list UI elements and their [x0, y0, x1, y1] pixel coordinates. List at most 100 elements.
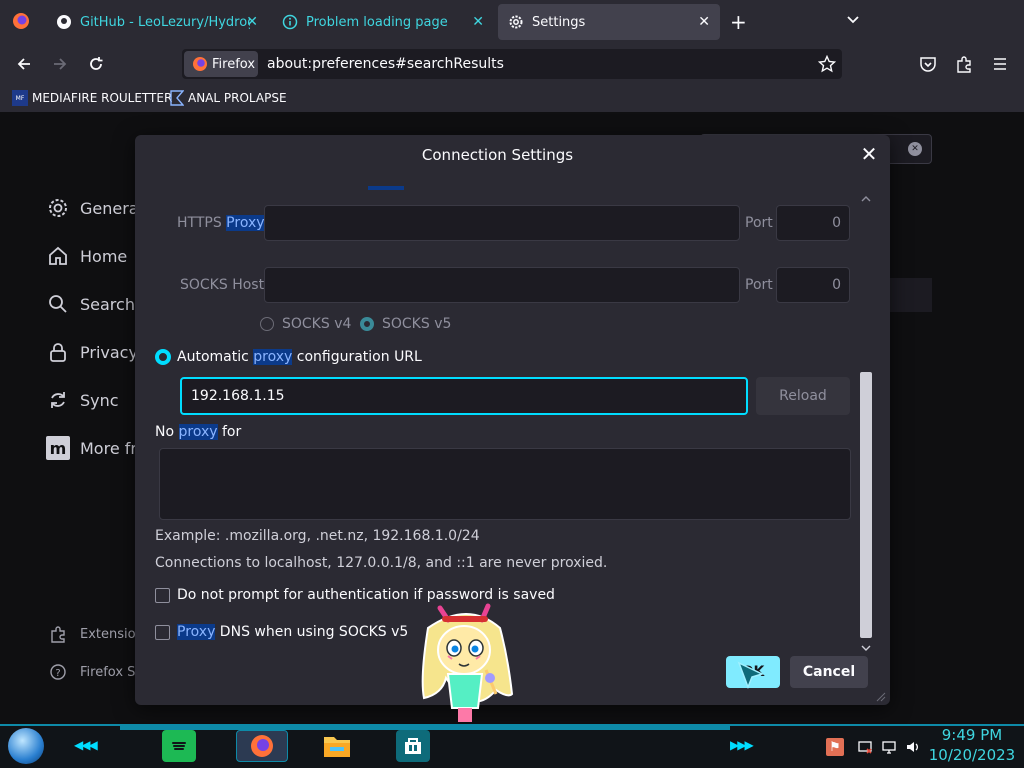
- close-tab-icon[interactable]: ✕: [472, 14, 484, 30]
- lock-icon: [46, 340, 70, 364]
- proxy-dns-option[interactable]: Proxy DNS when using SOCKS v5: [155, 624, 408, 640]
- https-proxy-input[interactable]: [264, 205, 740, 241]
- bookmark-label: ANAL PROLAPSE: [188, 91, 287, 105]
- no-proxy-textarea[interactable]: [159, 448, 851, 520]
- tab-github[interactable]: GitHub - LeoLezury/Hydrogen ✕: [46, 4, 268, 40]
- resize-grip-icon[interactable]: [876, 690, 886, 706]
- socks-port-input[interactable]: 0: [776, 267, 850, 303]
- pocket-icon[interactable]: [919, 55, 937, 77]
- dialog-title: Connection Settings: [421, 146, 574, 164]
- https-proxy-label: HTTPS Proxy: [177, 215, 265, 231]
- desktop-character-sticker: [412, 598, 518, 726]
- socks-v4-option[interactable]: SOCKS v4: [260, 316, 351, 332]
- close-icon[interactable]: ✕: [858, 142, 880, 166]
- no-proxy-label: No proxy for: [155, 424, 242, 440]
- tab-title: Problem loading page: [306, 14, 448, 30]
- start-button[interactable]: [8, 728, 44, 764]
- https-port-input[interactable]: 0: [776, 205, 850, 241]
- mozilla-icon: m: [46, 436, 70, 460]
- volume-icon[interactable]: [904, 738, 922, 756]
- firefox-menu-icon[interactable]: [12, 12, 30, 30]
- reload-pac-button[interactable]: Reload: [756, 377, 850, 415]
- sidebar-item-sync[interactable]: Sync: [46, 388, 119, 412]
- sidebar-item-label: Home: [80, 246, 128, 266]
- sidebar-item-general[interactable]: General: [46, 196, 143, 220]
- extensions-icon[interactable]: [955, 55, 973, 77]
- reload-icon: [90, 57, 103, 70]
- back-button[interactable]: [10, 50, 38, 78]
- sidebar-item-more-from-mozilla[interactable]: m More fro: [46, 436, 146, 460]
- tab-settings[interactable]: Settings ✕: [498, 4, 720, 40]
- gear-icon: [46, 196, 70, 220]
- network-icon[interactable]: [856, 738, 874, 756]
- clock-date[interactable]: 10/20/2023: [925, 746, 1019, 764]
- close-tab-icon[interactable]: ✕: [246, 14, 258, 30]
- sidebar-item-label: Search: [80, 294, 135, 314]
- taskbar-chevrons-right-decoration: ▶▶▶: [730, 738, 754, 752]
- sidebar-footer-support[interactable]: ? Firefox Su: [46, 660, 144, 684]
- arrow-right-icon: [54, 58, 67, 70]
- forward-button[interactable]: [46, 50, 74, 78]
- close-tab-icon[interactable]: ✕: [698, 14, 710, 30]
- cancel-button[interactable]: Cancel: [790, 656, 868, 688]
- mediafire-icon: MF: [12, 90, 28, 106]
- scrollbar-thumb[interactable]: [860, 372, 872, 638]
- hamburger-menu-icon[interactable]: [991, 55, 1009, 77]
- socks-v4-radio[interactable]: [260, 317, 274, 331]
- store-icon[interactable]: [396, 730, 430, 762]
- mouse-cursor-icon: [736, 660, 766, 694]
- no-proxy-example: Example: .mozilla.org, .net.nz, 192.168.…: [155, 528, 480, 544]
- github-icon: [56, 14, 72, 30]
- list-all-tabs-icon[interactable]: [845, 12, 861, 32]
- socks-host-input[interactable]: [264, 267, 740, 303]
- identity-box[interactable]: Firefox: [184, 51, 258, 77]
- socks-v5-label: SOCKS v5: [382, 316, 452, 332]
- scrolled-content-fragment: [368, 186, 404, 190]
- flag-icon[interactable]: ⚑: [826, 738, 844, 756]
- gear-icon: [508, 14, 524, 30]
- identity-label: Firefox: [212, 56, 256, 72]
- tab-title: GitHub - LeoLezury/Hydrogen: [80, 14, 250, 30]
- tab-problem-loading[interactable]: Problem loading page ✕: [272, 4, 494, 40]
- clock-time[interactable]: 9:49 PM: [932, 726, 1012, 744]
- clear-search-icon[interactable]: ✕: [908, 142, 922, 156]
- new-tab-button[interactable]: +: [730, 10, 747, 34]
- localhost-note: Connections to localhost, 127.0.0.1/8, a…: [155, 555, 608, 571]
- firefox-logo-icon: [192, 56, 208, 72]
- auto-proxy-option[interactable]: Automatic proxy configuration URL: [155, 349, 422, 365]
- bookmark-mediafire[interactable]: MF MEDIAFIRE ROULETTER: [12, 90, 172, 106]
- scroll-up-icon[interactable]: [861, 192, 871, 202]
- reload-button[interactable]: [82, 50, 110, 78]
- socks-v5-option[interactable]: SOCKS v5: [360, 316, 451, 332]
- socks-v4-label: SOCKS v4: [282, 316, 352, 332]
- bookmark-label: MEDIAFIRE ROULETTER: [32, 91, 173, 105]
- auto-proxy-radio[interactable]: [155, 349, 171, 365]
- scroll-down-icon[interactable]: [861, 641, 871, 651]
- puzzle-icon: [46, 622, 70, 646]
- sidebar-item-label: Sync: [80, 390, 119, 410]
- auto-proxy-url-input[interactable]: 192.168.1.15: [180, 377, 748, 415]
- spotify-icon[interactable]: [162, 730, 196, 762]
- sidebar-item-search[interactable]: Search: [46, 292, 135, 316]
- proxy-dns-checkbox[interactable]: [155, 624, 170, 640]
- no-auth-prompt-checkbox[interactable]: [155, 587, 170, 603]
- help-icon: ?: [46, 660, 70, 684]
- file-explorer-icon[interactable]: [320, 730, 354, 762]
- bookmark-star-icon[interactable]: [817, 54, 837, 77]
- https-port-label: Port: [745, 215, 773, 231]
- taskbar-chevrons-decoration: ◀◀◀: [74, 738, 98, 752]
- url-text[interactable]: about:preferences#searchResults: [267, 56, 504, 72]
- svg-text:?: ?: [55, 668, 60, 679]
- sidebar-footer-extensions[interactable]: Extension: [46, 622, 144, 646]
- firefox-icon[interactable]: [236, 730, 288, 762]
- home-icon: [46, 244, 70, 268]
- sidebar-item-home[interactable]: Home: [46, 244, 127, 268]
- sync-icon: [46, 388, 70, 412]
- auto-proxy-label: Automatic proxy configuration URL: [177, 349, 422, 365]
- bookmark-second[interactable]: ANAL PROLAPSE: [170, 90, 287, 106]
- sidebar-item-label: General: [80, 198, 144, 218]
- tab-title: Settings: [532, 14, 586, 30]
- display-icon[interactable]: [880, 738, 898, 756]
- info-icon: [282, 14, 298, 30]
- socks-v5-radio[interactable]: [360, 317, 374, 331]
